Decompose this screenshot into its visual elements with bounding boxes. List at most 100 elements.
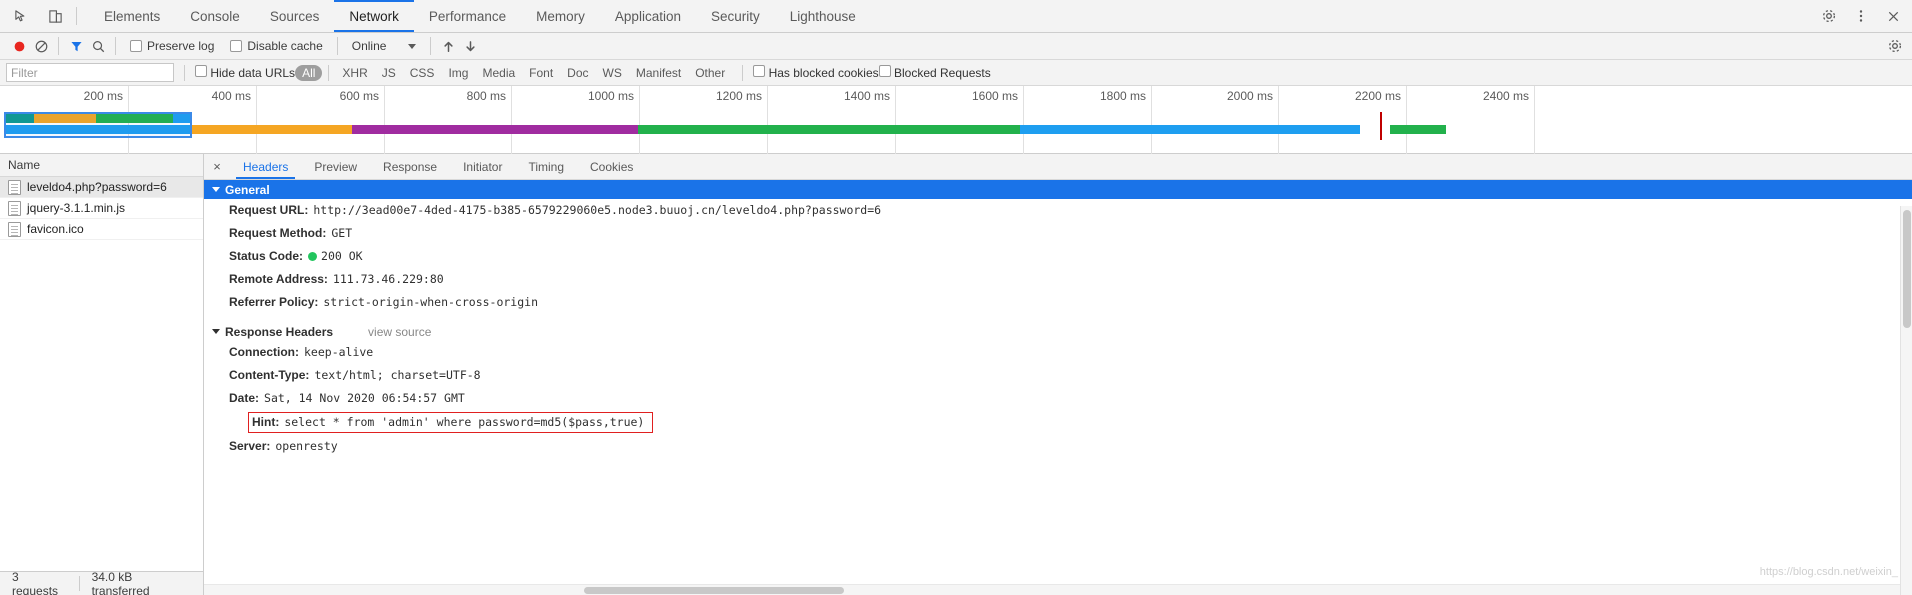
type-filter-media[interactable]: Media	[475, 65, 522, 81]
header-row-status-code: Status Code: 200 OK	[204, 245, 1912, 268]
tab-label: Memory	[536, 8, 585, 24]
header-value: http://3ead00e7-4ded-4175-b385-657922906…	[313, 203, 882, 217]
header-value: Sat, 14 Nov 2020 06:54:57 GMT	[264, 391, 465, 405]
record-button[interactable]	[8, 35, 30, 57]
tab-lighthouse[interactable]: Lighthouse	[775, 0, 871, 32]
scrollbar-thumb[interactable]	[584, 587, 844, 594]
request-row-leveldo4[interactable]: leveldo4.php?password=6	[0, 177, 203, 198]
network-overview-timeline[interactable]: 200 ms 400 ms 600 ms 800 ms 1000 ms 1200…	[0, 86, 1912, 154]
hide-data-urls-label: Hide data URLs	[210, 66, 296, 80]
tab-console[interactable]: Console	[175, 0, 255, 32]
checkbox-box	[878, 65, 891, 77]
image-file-icon	[8, 221, 21, 237]
device-toolbar-icon[interactable]	[44, 5, 66, 27]
request-details-panel: × Headers Preview Response Initiator Tim…	[204, 154, 1912, 595]
checkbox-box	[130, 40, 142, 52]
type-filter-manifest[interactable]: Manifest	[629, 65, 688, 81]
inspect-element-icon[interactable]	[10, 5, 32, 27]
export-har-icon[interactable]	[459, 35, 481, 57]
import-har-icon[interactable]	[437, 35, 459, 57]
header-value: openresty	[275, 439, 338, 453]
request-name: favicon.ico	[27, 222, 84, 236]
type-filter-other[interactable]: Other	[688, 65, 732, 81]
tab-sources[interactable]: Sources	[255, 0, 335, 32]
close-icon[interactable]	[1882, 5, 1904, 27]
toolbar-divider	[58, 37, 59, 55]
tab-network[interactable]: Network	[334, 0, 414, 32]
request-list-footer: 3 requests 34.0 kB transferred	[0, 569, 203, 595]
tab-memory[interactable]: Memory	[521, 0, 600, 32]
more-options-icon[interactable]	[1850, 5, 1872, 27]
toolbar-divider	[115, 37, 116, 55]
overview-bar	[1020, 125, 1360, 134]
close-details-icon[interactable]: ×	[204, 154, 230, 179]
details-tab-headers[interactable]: Headers	[230, 154, 301, 179]
type-filter-all[interactable]: All	[295, 64, 323, 81]
type-filter-js[interactable]: JS	[375, 65, 403, 81]
filter-funnel-icon[interactable]	[65, 35, 87, 57]
type-filter-font[interactable]: Font	[522, 65, 560, 81]
tab-security[interactable]: Security	[696, 0, 775, 32]
settings-gear-icon[interactable]	[1818, 5, 1840, 27]
column-header-name: Name	[8, 158, 41, 172]
request-row-jquery[interactable]: jquery-3.1.1.min.js	[0, 198, 203, 219]
header-row-connection: Connection: keep-alive	[204, 341, 1912, 364]
header-row-content-type: Content-Type: text/html; charset=UTF-8	[204, 364, 1912, 387]
request-rows: leveldo4.php?password=6 jquery-3.1.1.min…	[0, 177, 203, 571]
throttling-value: Online	[351, 39, 387, 53]
request-name: jquery-3.1.1.min.js	[27, 201, 126, 215]
ruler-label: 2200 ms	[1354, 89, 1401, 103]
type-filter-xhr[interactable]: XHR	[335, 65, 374, 81]
scrollbar-thumb[interactable]	[1903, 210, 1911, 328]
tab-application[interactable]: Application	[600, 0, 696, 32]
network-content: Name leveldo4.php?password=6 jquery-3.1.…	[0, 154, 1912, 595]
toolbar-left-icons	[0, 5, 70, 27]
ruler-label: 600 ms	[339, 89, 379, 103]
has-blocked-cookies-checkbox[interactable]: Has blocked cookies	[753, 65, 879, 80]
details-tab-timing[interactable]: Timing	[515, 154, 577, 179]
details-tab-response[interactable]: Response	[370, 154, 450, 179]
request-list-header[interactable]: Name	[0, 154, 203, 177]
hide-data-urls-checkbox[interactable]: Hide data URLs	[195, 65, 295, 80]
network-settings-gear-icon[interactable]	[1884, 35, 1906, 57]
header-name: Server:	[229, 439, 271, 453]
overview-selection-window[interactable]	[4, 112, 192, 138]
type-filter-img[interactable]: Img	[441, 65, 475, 81]
type-filter-doc[interactable]: Doc	[560, 65, 595, 81]
details-horizontal-scrollbar[interactable]	[204, 584, 1900, 595]
details-vertical-scrollbar[interactable]	[1900, 206, 1912, 595]
transferred-size: 34.0 kB transferred	[91, 569, 150, 595]
tab-performance[interactable]: Performance	[414, 0, 521, 32]
general-section-header[interactable]: General	[204, 180, 1912, 199]
disable-cache-checkbox[interactable]: Disable cache	[230, 39, 323, 53]
filter-divider	[742, 64, 744, 81]
preserve-log-checkbox[interactable]: Preserve log	[130, 39, 214, 53]
filter-divider	[184, 64, 185, 81]
request-count: 3 requests	[12, 569, 59, 595]
type-filter-css[interactable]: CSS	[403, 65, 442, 81]
view-source-link[interactable]: view source	[368, 325, 431, 339]
request-name: leveldo4.php?password=6	[27, 180, 167, 194]
throttling-dropdown[interactable]: Online	[344, 39, 425, 53]
details-tab-initiator[interactable]: Initiator	[450, 154, 515, 179]
tab-label: Performance	[428, 8, 507, 24]
preserve-log-label: Preserve log	[147, 39, 215, 53]
tab-elements[interactable]: Elements	[89, 0, 175, 32]
header-value: strict-origin-when-cross-origin	[323, 295, 539, 309]
type-filter-ws[interactable]: WS	[596, 65, 629, 81]
header-row-hint: Hint: select * from 'admin' where passwo…	[248, 412, 654, 433]
search-icon[interactable]	[87, 35, 109, 57]
header-row-date: Date: Sat, 14 Nov 2020 06:54:57 GMT	[204, 387, 1912, 410]
clear-button[interactable]	[30, 35, 52, 57]
details-tab-preview[interactable]: Preview	[301, 154, 370, 179]
filter-input[interactable]	[6, 63, 174, 82]
load-event-marker	[1380, 112, 1382, 140]
details-tab-cookies[interactable]: Cookies	[577, 154, 646, 179]
tab-label: Application	[614, 8, 681, 24]
header-row-server: Server: openresty	[204, 435, 1912, 458]
blocked-requests-checkbox[interactable]: Blocked Requests	[878, 65, 991, 80]
response-headers-section-header[interactable]: Response Headers view source	[204, 322, 1912, 341]
request-row-favicon[interactable]: favicon.ico	[0, 219, 203, 240]
ruler-label: 1800 ms	[1099, 89, 1146, 103]
header-name: Connection:	[229, 345, 299, 359]
